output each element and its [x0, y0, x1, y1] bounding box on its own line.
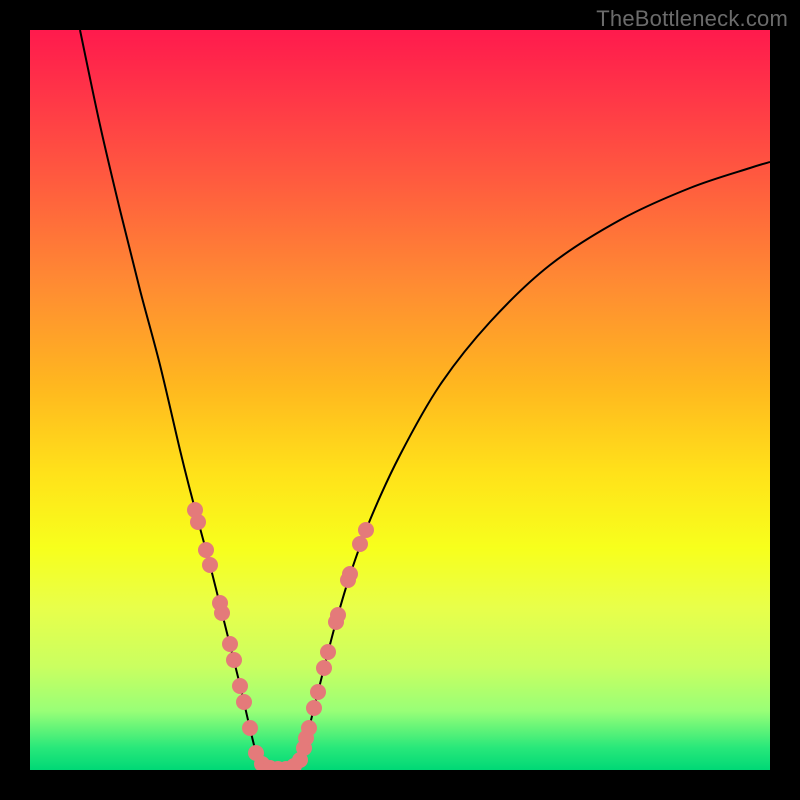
data-bead	[242, 720, 258, 736]
data-bead	[202, 557, 218, 573]
data-bead	[342, 566, 358, 582]
data-bead	[310, 684, 326, 700]
data-bead	[190, 514, 206, 530]
watermark-text: TheBottleneck.com	[596, 6, 788, 32]
data-bead	[316, 660, 332, 676]
data-bead	[226, 652, 242, 668]
data-bead	[236, 694, 252, 710]
bottleneck-curve	[80, 30, 770, 770]
data-bead	[330, 607, 346, 623]
beads-group	[187, 502, 374, 770]
data-bead	[222, 636, 238, 652]
data-bead	[301, 720, 317, 736]
curve-svg	[30, 30, 770, 770]
data-bead	[232, 678, 248, 694]
data-bead	[214, 605, 230, 621]
plot-area	[30, 30, 770, 770]
data-bead	[352, 536, 368, 552]
data-bead	[306, 700, 322, 716]
data-bead	[198, 542, 214, 558]
data-bead	[358, 522, 374, 538]
outer-frame: TheBottleneck.com	[0, 0, 800, 800]
data-bead	[320, 644, 336, 660]
